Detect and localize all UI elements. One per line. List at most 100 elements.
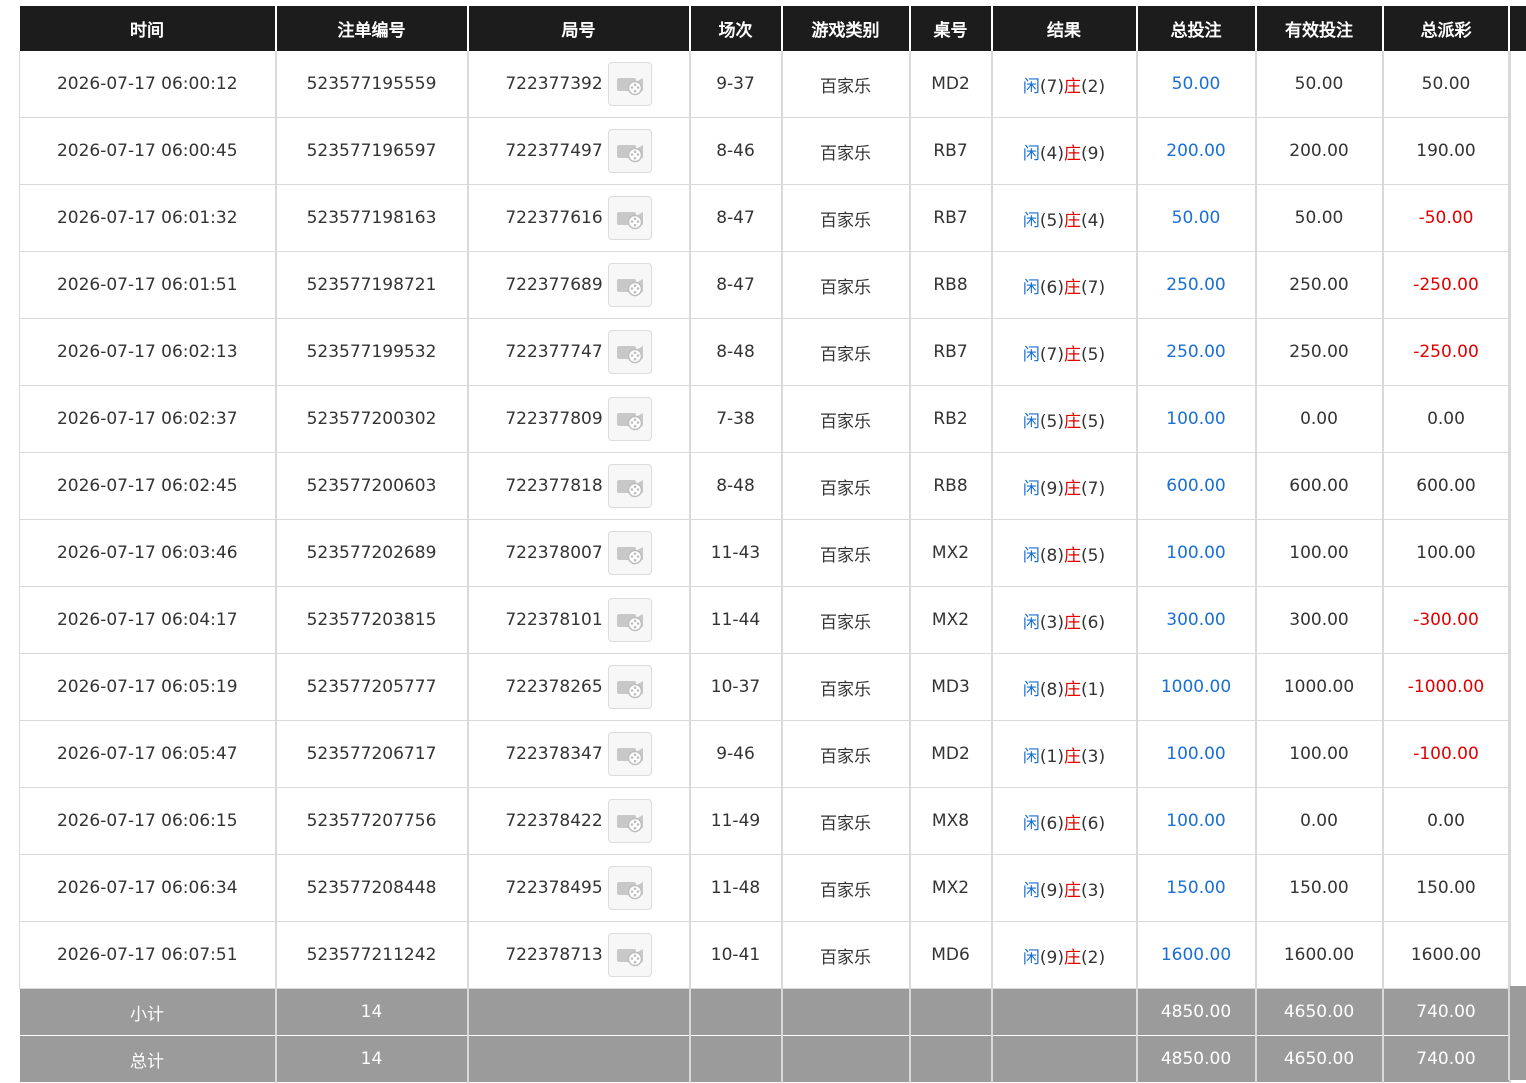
subtotal-payout: 740.00 [1382,988,1511,1036]
grandtotal-empty-cell [991,1035,1138,1083]
banker-score: (6) [1081,612,1106,633]
video-replay-icon[interactable] [607,397,652,441]
cell-game-type: 百家乐 [781,51,911,118]
cell-time: 2026-07-17 06:06:15 [19,787,277,855]
cell-valid-bet: 250.00 [1255,318,1384,386]
video-replay-icon[interactable] [607,933,652,977]
player-score: (3) [1039,612,1064,633]
player-label: 闲 [1022,143,1040,164]
banker-score: (7) [1081,277,1106,298]
cell-payout: 100.00 [1382,519,1511,587]
cell-round: 722378495 [467,854,691,922]
cell-valid-bet: 300.00 [1255,586,1384,654]
player-score: (4) [1039,143,1064,164]
header-row: 时间 注单编号 局号 场次 游戏类别 桌号 结果 总投注 有效投注 总派彩 [19,6,1511,51]
cell-table-no: RB8 [909,452,993,520]
table-row: 2026-07-17 06:06:34 523577208448 722378495… [19,854,1511,922]
player-score: (5) [1039,210,1064,231]
cell-game-type: 百家乐 [781,921,911,989]
banker-label: 庄 [1064,344,1081,365]
subtotal-empty-cell [467,988,691,1036]
cell-payout: 1600.00 [1382,921,1511,989]
cell-payout: 0.00 [1382,787,1511,855]
cell-payout: -300.00 [1382,586,1511,654]
cell-time: 2026-07-17 06:01:51 [19,251,277,319]
cell-payout: 600.00 [1382,452,1511,520]
cell-bet-id: 523577199532 [275,318,469,386]
banker-label: 庄 [1064,143,1081,164]
grandtotal-empty-cell [689,1035,783,1083]
cell-result: 闲(9)庄(7) [991,452,1138,520]
video-replay-icon[interactable] [607,196,652,240]
cell-game-type: 百家乐 [781,385,911,453]
banker-label: 庄 [1064,545,1081,566]
column-header-valid-bet: 有效投注 [1255,6,1384,51]
video-replay-icon[interactable] [607,330,652,374]
cell-bet-id: 523577198721 [275,251,469,319]
cell-payout: -100.00 [1382,720,1511,788]
cell-table-no: RB8 [909,251,993,319]
banker-score: (1) [1081,679,1106,700]
cell-round: 722378422 [467,787,691,855]
cell-shoe: 9-46 [689,720,783,788]
cell-bet-id: 523577205777 [275,653,469,721]
player-score: (9) [1039,880,1064,901]
cell-bet-id: 523577211242 [275,921,469,989]
banker-label: 庄 [1064,210,1081,231]
player-label: 闲 [1022,210,1040,231]
cell-payout: -1000.00 [1382,653,1511,721]
video-replay-icon[interactable] [607,799,652,843]
video-replay-icon[interactable] [607,531,652,575]
cell-game-type: 百家乐 [781,854,911,922]
cell-total-bet: 250.00 [1136,251,1257,319]
banker-score: (3) [1081,746,1106,767]
table-row: 2026-07-17 06:02:37 523577200302 722377809… [19,385,1511,453]
subtotal-valid-bet: 4650.00 [1255,988,1384,1036]
cell-total-bet: 1000.00 [1136,653,1257,721]
grandtotal-count: 14 [275,1035,469,1083]
video-replay-icon[interactable] [607,62,652,106]
cell-total-bet: 1600.00 [1136,921,1257,989]
cell-table-no: MX2 [909,586,993,654]
player-label: 闲 [1022,679,1040,700]
player-label: 闲 [1022,277,1040,298]
cell-table-no: RB2 [909,385,993,453]
column-header-total-bet: 总投注 [1136,6,1257,51]
banker-score: (2) [1081,76,1106,97]
round-number: 722377689 [505,275,603,295]
video-replay-icon[interactable] [607,598,652,642]
column-header-table-no: 桌号 [909,6,993,51]
cell-table-no: MD3 [909,653,993,721]
banker-score: (5) [1081,344,1106,365]
round-number: 722378347 [505,744,603,764]
round-number: 722377616 [505,208,603,228]
video-replay-icon[interactable] [607,665,652,709]
video-replay-icon[interactable] [607,866,652,910]
subtotal-empty-cell [689,988,783,1036]
round-number: 722378713 [505,945,603,965]
subtotal-empty-cell [781,988,911,1036]
subtotal-count: 14 [275,988,469,1036]
cell-result: 闲(9)庄(2) [991,921,1138,989]
cell-bet-id: 523577207756 [275,787,469,855]
table-row: 2026-07-17 06:00:45 523577196597 722377497… [19,117,1511,185]
banker-label: 庄 [1064,612,1081,633]
cell-result: 闲(7)庄(2) [991,51,1138,118]
cell-valid-bet: 200.00 [1255,117,1384,185]
cell-round: 722377689 [467,251,691,319]
round-number: 722377747 [505,342,603,362]
cell-bet-id: 523577200603 [275,452,469,520]
video-replay-icon[interactable] [607,732,652,776]
cell-payout: 50.00 [1382,51,1511,118]
grandtotal-empty-cell [909,1035,993,1083]
video-replay-icon[interactable] [607,263,652,307]
video-replay-icon[interactable] [607,129,652,173]
player-label: 闲 [1022,545,1040,566]
cell-shoe: 10-41 [689,921,783,989]
table-row: 2026-07-17 06:05:47 523577206717 722378347… [19,720,1511,788]
video-replay-icon[interactable] [607,464,652,508]
cell-payout: 190.00 [1382,117,1511,185]
player-label: 闲 [1022,612,1040,633]
cell-shoe: 11-43 [689,519,783,587]
player-label: 闲 [1022,813,1040,834]
